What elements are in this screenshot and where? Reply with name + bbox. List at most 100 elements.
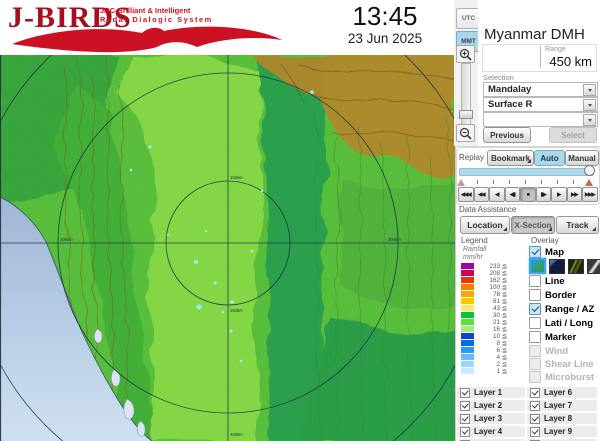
layer-4-checkbox[interactable] (460, 426, 470, 437)
check-icon (461, 413, 469, 421)
playback-stop-button[interactable]: ■ (520, 187, 536, 202)
xsection-button-label: X-Section (514, 220, 552, 230)
map-style-swatches (529, 258, 600, 274)
legend-value: 2 ≦ (496, 360, 507, 368)
layer-2-checkbox[interactable] (460, 400, 470, 411)
playback-jump-start-button[interactable]: ◀◀◀ (458, 187, 474, 202)
xsection-button[interactable]: X-Section (511, 216, 555, 234)
product-dropdown[interactable]: Surface R (483, 97, 598, 112)
legend-value: 4 ≦ (496, 353, 507, 361)
check-icon (461, 426, 469, 434)
select-button[interactable]: Select (549, 127, 597, 143)
layer-8-checkbox[interactable] (530, 413, 540, 424)
swatch-texture (588, 259, 600, 273)
menu-corner-icon (527, 159, 531, 163)
layer-label: Layer 1 (474, 388, 503, 397)
overlay-item-label: Lati / Long (545, 317, 594, 329)
overlay-item-line[interactable]: Line (529, 275, 565, 287)
legend-entry: 1 ≦ (461, 368, 507, 375)
extra-dropdown[interactable] (483, 112, 598, 127)
check-icon (531, 246, 539, 255)
overlay-item-label: Border (545, 289, 577, 301)
layer-toggle-1[interactable]: Layer 1 (457, 387, 525, 398)
map-style-terrain[interactable] (529, 258, 546, 274)
site-dropdown[interactable]: Mandalay (483, 82, 598, 97)
extra-dropdown-button[interactable] (583, 114, 596, 126)
playback-step-back-button[interactable]: ◀▮ (504, 187, 520, 202)
layer-toggle-3[interactable]: Layer 3 (457, 413, 525, 424)
overlay-item-map[interactable]: Map (529, 246, 564, 258)
layer-toggle-6[interactable]: Layer 6 (527, 387, 597, 398)
slider-end-marker-icon (585, 179, 593, 186)
legend-value: 1 ≦ (496, 367, 507, 375)
layer-7-checkbox[interactable] (530, 400, 540, 411)
line-checkbox[interactable] (529, 275, 541, 287)
layer-3-checkbox[interactable] (460, 413, 470, 424)
layer-9-checkbox[interactable] (530, 426, 540, 437)
map-style-gray-topo[interactable] (587, 258, 600, 274)
svg-text:150km: 150km (230, 308, 243, 313)
overlay-item-marker[interactable]: Marker (529, 331, 576, 343)
product-dropdown-value: Surface R (488, 99, 533, 110)
auto-button[interactable]: Auto (534, 150, 565, 166)
overlay-item-range-az[interactable]: Range / AZ (529, 303, 594, 315)
site-dropdown-button[interactable] (583, 84, 596, 96)
slider-tick (477, 180, 478, 184)
border-checkbox[interactable] (529, 289, 541, 301)
map-checkbox[interactable] (529, 246, 541, 258)
zoom-in-button[interactable] (456, 45, 475, 63)
bookmark-button[interactable]: Bookmark (487, 150, 534, 166)
layer-toggle-4[interactable]: Layer 4 (457, 426, 525, 437)
legend-unit: mm/hr (463, 254, 483, 261)
manual-button[interactable]: Manual (565, 150, 599, 166)
lati-long-checkbox[interactable] (529, 317, 541, 329)
legend-value: 233 ≦ (489, 262, 507, 270)
legend-value: 61 ≦ (492, 297, 507, 305)
layer-toggle-7[interactable]: Layer 7 (527, 400, 597, 411)
playback-fast-rewind-button[interactable]: ◀◀ (473, 187, 489, 202)
legend-color-swatch (461, 298, 474, 305)
radar-map[interactable]: 150km 300km 150km 300km 450km (0, 55, 457, 441)
playback-play-reverse-button[interactable]: ◀ (489, 187, 505, 202)
overlay-item-lati-long[interactable]: Lati / Long (529, 317, 593, 329)
layer-toggle-9[interactable]: Layer 9 (527, 426, 597, 437)
map-style-dark-topo[interactable] (568, 258, 584, 274)
legend-color-swatch (461, 277, 474, 284)
clock-time: 13:45 (352, 1, 418, 31)
legend-value: 162 ≦ (489, 276, 507, 284)
layer-toggle-2[interactable]: Layer 2 (457, 400, 525, 411)
layer-label: Layer 4 (474, 427, 503, 436)
location-button-label: Location (467, 220, 503, 230)
replay-slider-track[interactable] (459, 168, 594, 176)
overlay-item-label: Microburst (545, 371, 595, 383)
layer-label: Layer 9 (544, 427, 573, 436)
location-button[interactable]: Location (460, 216, 510, 234)
playback-play-button[interactable]: ▶ (551, 187, 567, 202)
playback-jump-end-button[interactable]: ▶▶▶ (582, 187, 598, 202)
zoom-out-button[interactable] (456, 124, 475, 142)
previous-button[interactable]: Previous (483, 127, 531, 143)
layer-6-checkbox[interactable] (530, 387, 540, 398)
chevron-down-icon (587, 118, 592, 122)
check-icon (531, 387, 539, 395)
check-icon (531, 426, 539, 434)
product-dropdown-button[interactable] (583, 99, 596, 111)
layer-label: Layer 8 (544, 414, 573, 423)
overlay-item-border[interactable]: Border (529, 289, 576, 301)
layer-toggle-8[interactable]: Layer 8 (527, 413, 597, 424)
playback-fast-forward-button[interactable]: ▶▶ (566, 187, 582, 202)
map-style-dark-blue[interactable] (549, 258, 565, 274)
jbirds-window: 150km 300km 150km 300km 450km J-BIRDS JR… (0, 0, 600, 441)
replay-slider-thumb[interactable] (584, 165, 595, 176)
playback-step-forward-button[interactable]: ▮▶ (535, 187, 551, 202)
slider-tick (525, 180, 526, 184)
menu-corner-icon (548, 227, 552, 231)
svg-text:300km: 300km (388, 237, 401, 242)
track-button[interactable]: Track (556, 216, 599, 234)
marker-checkbox[interactable] (529, 331, 541, 343)
data-assistance-label: Data Assistance (459, 205, 517, 214)
layer-1-checkbox[interactable] (460, 387, 470, 398)
legend-value: 78 ≦ (492, 290, 507, 298)
range-az-checkbox[interactable] (529, 303, 541, 315)
zoom-slider-thumb[interactable] (459, 110, 473, 119)
